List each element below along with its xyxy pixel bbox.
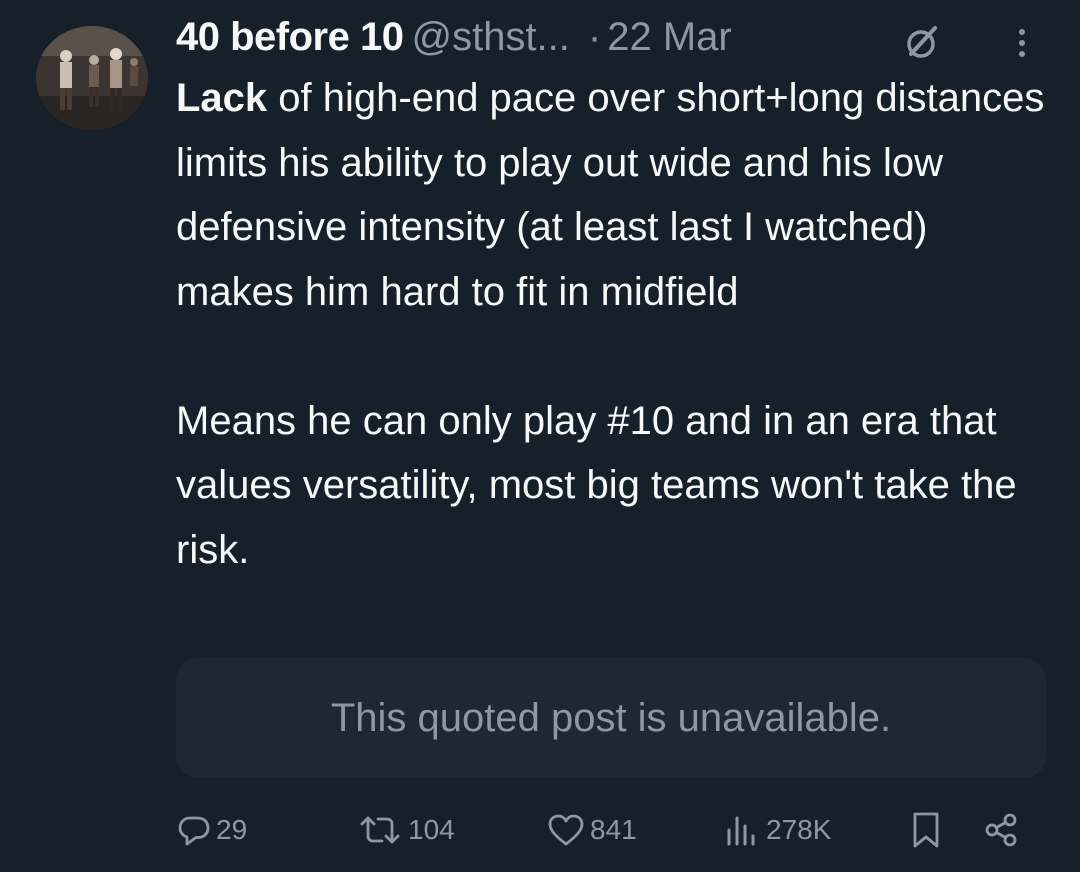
post-paragraph-1: Lack of high-end pace over short+long di… <box>176 66 1056 324</box>
view-count: 278K <box>766 814 832 845</box>
quoted-post-card[interactable]: This quoted post is unavailable. <box>176 658 1046 778</box>
analytics-icon <box>727 816 755 846</box>
quoted-post-unavailable-text: This quoted post is unavailable. <box>330 695 892 740</box>
repost-icon <box>360 816 400 844</box>
views-button[interactable]: 278K <box>722 806 831 854</box>
like-count: 841 <box>590 814 637 845</box>
post-text: Lack of high-end pace over short+long di… <box>176 66 1056 582</box>
post-actions-bar: 29 104 841 278K <box>176 806 1036 854</box>
reply-button[interactable]: 29 <box>176 806 247 854</box>
author-handle[interactable]: @sthst... <box>411 15 569 59</box>
separator-dot: · <box>587 15 602 59</box>
post-lead-word: Lack <box>176 76 268 120</box>
profile-photo-image <box>36 26 148 130</box>
bookmark-icon <box>913 812 939 848</box>
reply-icon <box>178 816 210 846</box>
share-button[interactable] <box>982 806 1022 854</box>
author-display-name[interactable]: 40 before 10 <box>176 15 404 59</box>
repost-button[interactable]: 104 <box>356 806 455 854</box>
like-button[interactable]: 841 <box>546 806 637 854</box>
avatar[interactable] <box>36 26 148 130</box>
post-date[interactable]: 22 Mar <box>607 15 732 59</box>
post-header: 40 before 10 @sthst... · 22 Mar <box>176 12 1056 62</box>
post-paragraph-2: Means he can only play #10 and in an era… <box>176 398 1017 572</box>
share-icon <box>985 813 1017 847</box>
reply-count: 29 <box>216 814 248 845</box>
repost-count: 104 <box>408 814 455 845</box>
post-paragraph-1-text: of high-end pace over short+long distanc… <box>176 76 1045 314</box>
grok-icon[interactable] <box>902 22 942 62</box>
heart-icon <box>548 814 584 846</box>
more-options-icon[interactable] <box>1010 22 1034 62</box>
bookmark-button[interactable] <box>908 806 944 854</box>
